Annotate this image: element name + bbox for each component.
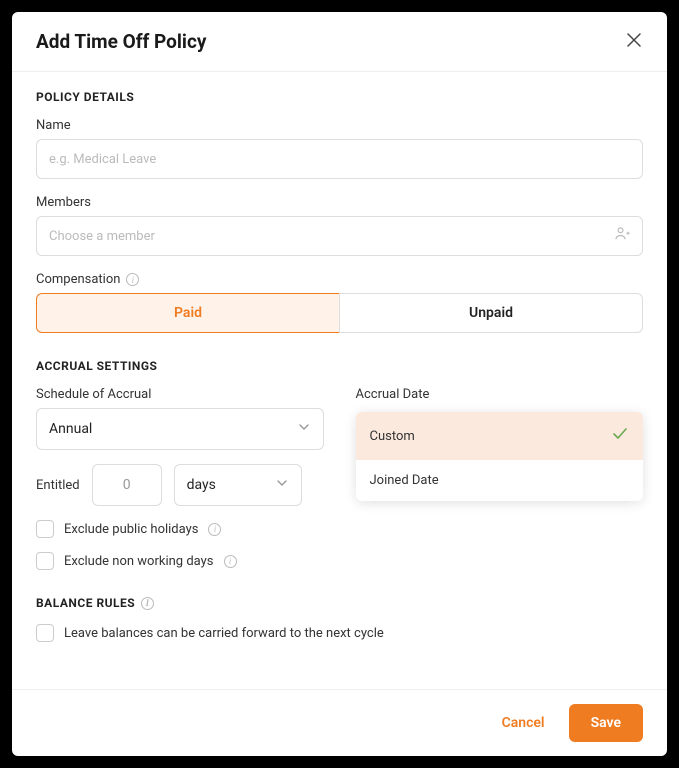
accrual-date-option-custom[interactable]: Custom (356, 412, 644, 460)
members-input[interactable] (36, 216, 643, 256)
info-icon[interactable]: i (208, 523, 221, 536)
chevron-down-icon (275, 476, 289, 494)
exclude-public-holidays-row: Exclude public holidays i (36, 520, 643, 538)
carry-forward-checkbox[interactable] (36, 624, 54, 642)
chevron-down-icon (297, 420, 311, 438)
close-icon[interactable] (625, 31, 643, 53)
save-button[interactable]: Save (569, 704, 643, 742)
entitled-unit-select[interactable]: days (174, 464, 302, 506)
modal-body: POLICY DETAILS Name Members Compensa (12, 72, 667, 689)
entitled-label: Entitled (36, 478, 80, 493)
carry-forward-label: Leave balances can be carried forward to… (64, 626, 384, 641)
info-icon[interactable]: i (224, 555, 237, 568)
modal-title: Add Time Off Policy (36, 30, 206, 53)
info-icon[interactable]: i (126, 273, 139, 286)
accrual-settings-heading: ACCRUAL SETTINGS (36, 359, 643, 373)
compensation-label: Compensation i (36, 272, 643, 287)
modal-header: Add Time Off Policy (12, 12, 667, 72)
schedule-label: Schedule of Accrual (36, 387, 324, 402)
policy-details-heading: POLICY DETAILS (36, 90, 643, 104)
exclude-public-holidays-label: Exclude public holidays (64, 522, 198, 537)
accrual-date-label: Accrual Date (356, 387, 644, 402)
modal-footer: Cancel Save (12, 689, 667, 756)
members-label: Members (36, 195, 643, 210)
compensation-paid-option[interactable]: Paid (36, 293, 339, 333)
info-icon[interactable]: i (141, 597, 154, 610)
entitled-unit-value: days (187, 477, 216, 493)
schedule-select[interactable]: Annual (36, 408, 324, 450)
carry-forward-row: Leave balances can be carried forward to… (36, 624, 643, 642)
exclude-non-working-days-row: Exclude non working days i (36, 552, 643, 570)
compensation-segmented: Paid Unpaid (36, 293, 643, 333)
add-time-off-policy-modal: Add Time Off Policy POLICY DETAILS Name … (12, 12, 667, 756)
name-label: Name (36, 118, 643, 133)
exclude-non-working-days-checkbox[interactable] (36, 552, 54, 570)
name-input[interactable] (36, 139, 643, 179)
exclude-non-working-days-label: Exclude non working days (64, 554, 214, 569)
add-member-icon[interactable] (613, 225, 631, 247)
check-icon (611, 425, 629, 447)
balance-rules-heading: BALANCE RULES i (36, 596, 643, 610)
accrual-date-dropdown: Custom Joined Date (356, 412, 644, 501)
schedule-value: Annual (49, 421, 92, 437)
accrual-date-option-joined[interactable]: Joined Date (356, 460, 644, 501)
cancel-button[interactable]: Cancel (494, 705, 553, 741)
entitled-input[interactable] (92, 464, 162, 506)
exclude-public-holidays-checkbox[interactable] (36, 520, 54, 538)
compensation-unpaid-option[interactable]: Unpaid (339, 293, 643, 333)
